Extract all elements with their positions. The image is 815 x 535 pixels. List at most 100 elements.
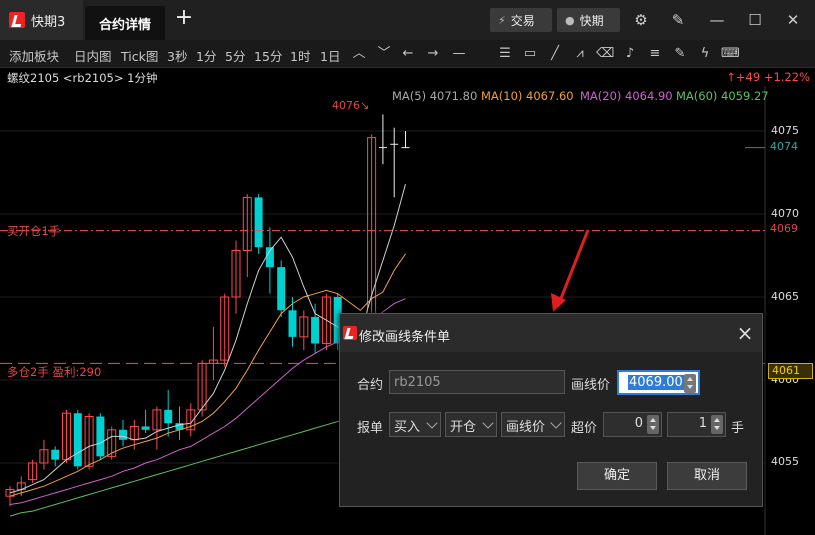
position-price-tag: 4061 (768, 363, 813, 379)
gear-icon[interactable]: ⚙ (631, 10, 651, 30)
candle-body (254, 197, 263, 248)
keyboard-icon[interactable]: ⌨ (721, 46, 740, 62)
quantity-stepper[interactable]: 1 (667, 412, 726, 437)
lightning-icon: ⚡ (498, 13, 506, 27)
toolbar-intraday[interactable]: 日内图 (74, 46, 112, 65)
contract-field[interactable] (389, 370, 565, 394)
bell-icon[interactable]: ♪ (622, 46, 638, 62)
minimize-icon[interactable]: — (707, 10, 727, 30)
position-line-label[interactable]: 多仓2手 盈利:290 (7, 364, 101, 380)
candle-body (277, 267, 286, 311)
price-type-select[interactable]: 画线价 (501, 412, 565, 437)
sliders-icon[interactable]: ≡ (647, 46, 663, 62)
horizontal-line-icon[interactable]: — (451, 46, 467, 62)
dialog-header: 修改画线条件单 × (340, 314, 762, 352)
edit-line-order-dialog: 修改画线条件单 × 合约 画线价 4069.00 报单 买入 开仓 画线价 超价… (339, 313, 763, 507)
candle-body (73, 413, 82, 467)
axis-tick-4055: 4055 (771, 455, 799, 468)
toolbar-3s[interactable]: 3秒 (167, 46, 187, 65)
axis-tick-4065: 4065 (771, 290, 799, 303)
account-button[interactable]: ● 快期 (557, 8, 620, 32)
candle-body (288, 310, 297, 337)
user-icon: ● (565, 13, 575, 27)
account-button-label: 快期 (579, 13, 604, 28)
toolbar-add-sector[interactable]: 添加板块 (9, 46, 59, 65)
zoom-in-icon[interactable]: ︿ (351, 46, 367, 62)
cancel-button[interactable]: 取消 (667, 462, 747, 490)
dialog-close-icon[interactable]: × (736, 323, 754, 343)
tab-contract-details[interactable]: 合约详情 (85, 6, 165, 40)
offset-select[interactable]: 开仓 (445, 412, 497, 437)
last-price-tag: 4074 (770, 140, 798, 153)
candle-body (164, 409, 173, 424)
trade-button[interactable]: ⚡ 交易 (490, 8, 552, 32)
buy-line-price-tag: 4069 (770, 222, 798, 235)
candle-body (311, 316, 320, 344)
candle-body (119, 429, 127, 440)
chevron-down-icon (426, 417, 438, 429)
arrow-left-icon[interactable]: ← (400, 46, 416, 62)
title-bar: 快期3 合约详情 + ⚡ 交易 ● 快期 ⚙ ✎ — ☐ ✕ (0, 0, 815, 40)
contract-info[interactable]: 螺纹2105 <rb2105> 1分钟 (7, 70, 157, 86)
direction-select[interactable]: 买入 (389, 412, 441, 437)
line-price-input[interactable]: 4069.00 (617, 370, 700, 395)
app-tab[interactable]: 快期3 (0, 0, 83, 40)
pencil-icon[interactable]: ✎ (672, 46, 688, 62)
quantity-spin[interactable] (711, 415, 723, 434)
toolbar-1h[interactable]: 1时 (290, 46, 310, 65)
annotation-arrow-head (551, 293, 566, 312)
flash-icon[interactable]: ϟ (697, 46, 713, 62)
arrow-right-icon[interactable]: → (425, 46, 441, 62)
toolbar-1m[interactable]: 1分 (196, 46, 216, 65)
ma10-label: MA(10) 4067.60 (481, 89, 574, 103)
order-label: 报单 (357, 421, 384, 436)
quantity-value: 1 (698, 416, 707, 431)
list-icon[interactable]: ☰ (497, 46, 513, 62)
toolbar-15m[interactable]: 15分 (254, 46, 282, 65)
direction-value: 买入 (394, 420, 421, 435)
pin-icon[interactable]: ✎ (668, 10, 688, 30)
contract-info-bar: 螺纹2105 <rb2105> 1分钟 ↑+49 +1.22% (0, 68, 815, 86)
toolbar-tick[interactable]: Tick图 (121, 46, 158, 65)
candle-body (141, 426, 150, 430)
confirm-button[interactable]: 确定 (577, 462, 657, 490)
eraser-icon[interactable]: ⌫ (596, 46, 614, 62)
toolbar-5m[interactable]: 5分 (225, 46, 245, 65)
overprice-value: 0 (634, 416, 643, 431)
chevron-down-icon (550, 417, 562, 429)
buy-open-line-label[interactable]: 买开仓1手 (7, 223, 60, 239)
overprice-spin[interactable] (647, 415, 659, 434)
price-change: ↑+49 +1.22% (726, 70, 810, 84)
trade-button-label: 交易 (510, 13, 535, 28)
axis-tick-4075: 4075 (771, 124, 799, 137)
quantity-unit: 手 (731, 421, 745, 436)
line-tool-icon[interactable]: ╱ (547, 46, 563, 62)
chart-toolbar: 添加板块 日内图 Tick图 3秒 1分 5分 15分 1时 1日 ︿ ﹀ ← … (0, 40, 815, 68)
zoom-out-icon[interactable]: ﹀ (376, 46, 392, 62)
annotation-arrow-shaft (556, 229, 590, 307)
rectangle-icon[interactable]: ▭ (522, 46, 538, 62)
ma5-label: MA(5) 4071.80 (392, 89, 478, 103)
chevron-down-icon (482, 417, 494, 429)
ma20-label: MA(20) 4064.90 (580, 89, 673, 103)
close-window-icon[interactable]: ✕ (783, 10, 803, 30)
polyline-icon[interactable]: ⩘ (572, 46, 588, 62)
offset-value: 开仓 (450, 420, 477, 435)
price-type-value: 画线价 (506, 420, 546, 435)
toolbar-1d[interactable]: 1日 (320, 46, 340, 65)
add-tab-button[interactable]: + (173, 7, 195, 30)
app-name: 快期3 (31, 14, 66, 30)
maximize-icon[interactable]: ☐ (745, 10, 765, 30)
line-price-stepper[interactable] (684, 374, 696, 393)
overprice-label: 超价 (571, 421, 598, 436)
candle-body (96, 416, 105, 457)
app-logo-icon (9, 12, 25, 28)
ma60-label: MA(60) 4059.27 (676, 89, 769, 103)
dialog-logo-icon (343, 326, 357, 340)
dialog-title: 修改画线条件单 (359, 330, 451, 345)
axis-tick-4070: 4070 (771, 207, 799, 220)
line-price-value: 4069.00 (628, 375, 684, 390)
overprice-stepper[interactable]: 0 (603, 412, 662, 437)
contract-label: 合约 (357, 378, 384, 393)
line-price-label: 画线价 (571, 378, 611, 393)
